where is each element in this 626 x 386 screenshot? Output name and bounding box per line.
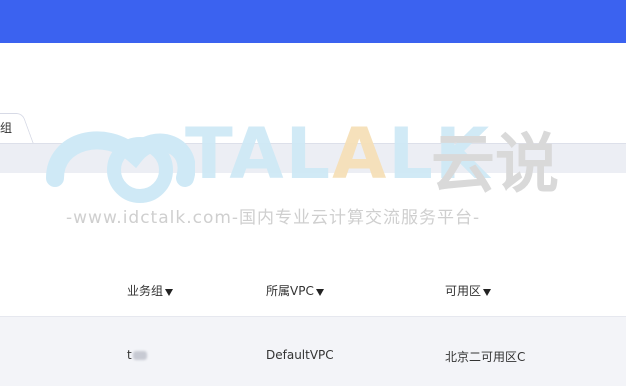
cell-business-group: t xyxy=(127,348,147,362)
column-header-vpc[interactable]: 所属VPC xyxy=(266,282,324,299)
tab-strip xyxy=(0,143,626,173)
top-navigation-bar xyxy=(0,0,626,43)
filter-icon[interactable] xyxy=(483,289,492,296)
filter-icon[interactable] xyxy=(315,289,324,296)
tab-business-group[interactable]: 组 xyxy=(0,119,12,136)
redacted-text xyxy=(132,351,147,360)
cell-vpc: DefaultVPC xyxy=(266,348,334,362)
watermark-url: -www.idctalk.com-国内专业云计算交流服务平台- xyxy=(66,208,481,228)
column-header-business-group[interactable]: 业务组 xyxy=(127,282,174,299)
cell-zone: 北京二可用区C xyxy=(445,350,526,364)
column-header-zone[interactable]: 可用区 xyxy=(445,282,492,299)
filter-icon[interactable] xyxy=(165,289,174,296)
